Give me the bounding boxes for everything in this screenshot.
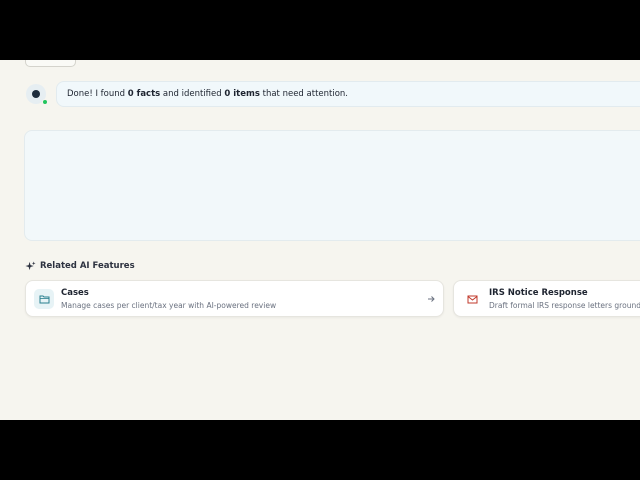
message-prefix: Done! I found: [67, 89, 128, 99]
folder-icon: [34, 289, 54, 309]
feature-card-cases[interactable]: Cases Manage cases per client/tax year w…: [25, 280, 444, 317]
online-status-indicator: [42, 99, 48, 105]
message-middle: and identified: [160, 89, 225, 99]
mail-icon: [462, 289, 482, 309]
arrow-right-icon: [428, 296, 435, 302]
avatar-dot: [32, 90, 40, 98]
card-description: Draft formal IRS response letters ground…: [489, 301, 640, 310]
card-title: IRS Notice Response: [489, 288, 588, 298]
card-title: Cases: [61, 288, 89, 298]
feature-card-irs-notice[interactable]: IRS Notice Response Draft formal IRS res…: [453, 280, 640, 317]
card-description: Manage cases per client/tax year with AI…: [61, 301, 277, 310]
message-suffix: that need attention.: [259, 89, 349, 99]
top-button[interactable]: [25, 60, 76, 67]
results-panel: [24, 130, 640, 241]
sparkle-icon: [25, 260, 36, 270]
facts-count: 0 facts: [127, 89, 161, 99]
app-screen: Done! I found 0 facts and identified 0 i…: [0, 60, 640, 420]
related-features-header: Related AI Features: [25, 260, 135, 272]
section-title: Related AI Features: [40, 261, 135, 271]
items-count: 0 items: [224, 89, 260, 99]
assistant-message: Done! I found 0 facts and identified 0 i…: [56, 81, 640, 107]
assistant-avatar: [26, 84, 48, 105]
